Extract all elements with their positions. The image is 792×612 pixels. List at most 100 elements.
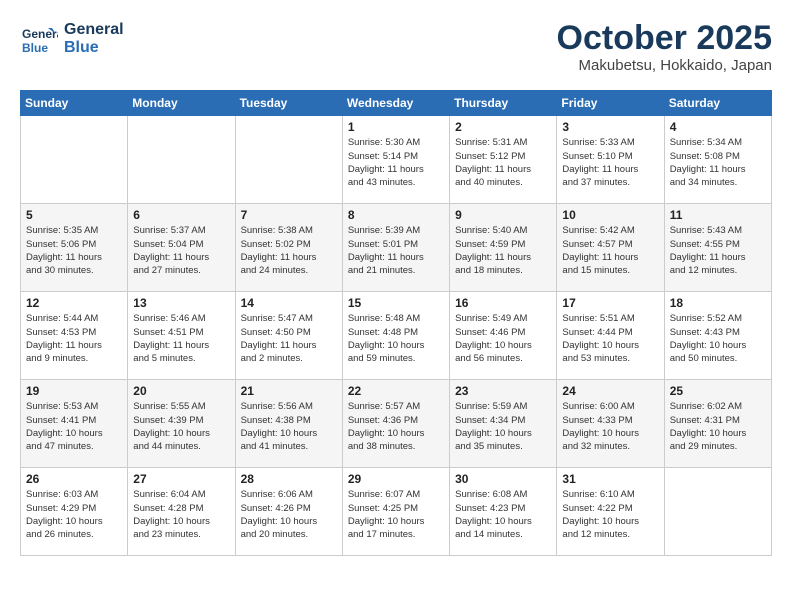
day-info: Sunrise: 5:40 AM Sunset: 4:59 PM Dayligh… xyxy=(455,224,551,277)
calendar-cell: 10Sunrise: 5:42 AM Sunset: 4:57 PM Dayli… xyxy=(557,204,664,292)
day-number: 3 xyxy=(562,120,658,134)
day-info: Sunrise: 5:34 AM Sunset: 5:08 PM Dayligh… xyxy=(670,136,766,189)
day-info: Sunrise: 5:44 AM Sunset: 4:53 PM Dayligh… xyxy=(26,312,122,365)
day-number: 6 xyxy=(133,208,229,222)
day-number: 2 xyxy=(455,120,551,134)
day-number: 7 xyxy=(241,208,337,222)
week-row-4: 19 Sunrise: 5:53 AM Sunset: 4:41 PM Dayli… xyxy=(21,380,772,468)
week-row-1: 1 Sunrise: 5:30 AM Sunset: 5:14 PM Daylig… xyxy=(21,116,772,204)
day-number: 19 xyxy=(26,384,122,398)
calendar-cell: 28Sunrise: 6:06 AM Sunset: 4:26 PM Dayli… xyxy=(235,468,342,556)
weekday-header-tuesday: Tuesday xyxy=(235,91,342,116)
logo-text-blue: Blue xyxy=(64,39,124,57)
calendar-cell: 5 Sunrise: 5:35 AM Sunset: 5:06 PM Daylig… xyxy=(21,204,128,292)
day-info: Sunrise: 6:07 AM Sunset: 4:25 PM Dayligh… xyxy=(348,488,444,541)
week-row-3: 12 Sunrise: 5:44 AM Sunset: 4:53 PM Dayli… xyxy=(21,292,772,380)
day-number: 21 xyxy=(241,384,337,398)
day-number: 26 xyxy=(26,472,122,486)
day-info: Sunrise: 5:55 AM Sunset: 4:39 PM Dayligh… xyxy=(133,400,229,453)
calendar-cell: 8 Sunrise: 5:39 AM Sunset: 5:01 PM Daylig… xyxy=(342,204,449,292)
calendar-cell: 6 Sunrise: 5:37 AM Sunset: 5:04 PM Daylig… xyxy=(128,204,235,292)
day-info: Sunrise: 5:37 AM Sunset: 5:04 PM Dayligh… xyxy=(133,224,229,277)
calendar-cell: 19 Sunrise: 5:53 AM Sunset: 4:41 PM Dayli… xyxy=(21,380,128,468)
day-info: Sunrise: 5:53 AM Sunset: 4:41 PM Dayligh… xyxy=(26,400,122,453)
day-info: Sunrise: 5:46 AM Sunset: 4:51 PM Dayligh… xyxy=(133,312,229,365)
day-info: Sunrise: 5:47 AM Sunset: 4:50 PM Dayligh… xyxy=(241,312,337,365)
calendar-cell: 4 Sunrise: 5:34 AM Sunset: 5:08 PM Daylig… xyxy=(664,116,771,204)
day-number: 29 xyxy=(348,472,444,486)
calendar-cell xyxy=(21,116,128,204)
day-number: 9 xyxy=(455,208,551,222)
day-info: Sunrise: 5:39 AM Sunset: 5:01 PM Dayligh… xyxy=(348,224,444,277)
logo-icon: General Blue xyxy=(20,20,58,58)
weekday-header-friday: Friday xyxy=(557,91,664,116)
day-info: Sunrise: 5:42 AM Sunset: 4:57 PM Dayligh… xyxy=(562,224,658,277)
day-info: Sunrise: 6:04 AM Sunset: 4:28 PM Dayligh… xyxy=(133,488,229,541)
day-number: 31 xyxy=(562,472,658,486)
day-info: Sunrise: 6:02 AM Sunset: 4:31 PM Dayligh… xyxy=(670,400,766,453)
day-number: 14 xyxy=(241,296,337,310)
calendar-cell: 30Sunrise: 6:08 AM Sunset: 4:23 PM Dayli… xyxy=(450,468,557,556)
calendar-cell: 9 Sunrise: 5:40 AM Sunset: 4:59 PM Daylig… xyxy=(450,204,557,292)
day-info: Sunrise: 6:10 AM Sunset: 4:22 PM Dayligh… xyxy=(562,488,658,541)
svg-text:Blue: Blue xyxy=(22,41,48,55)
day-number: 15 xyxy=(348,296,444,310)
calendar-cell xyxy=(128,116,235,204)
day-info: Sunrise: 5:56 AM Sunset: 4:38 PM Dayligh… xyxy=(241,400,337,453)
day-number: 5 xyxy=(26,208,122,222)
title-block: October 2025 Makubetsu, Hokkaido, Japan xyxy=(557,20,772,74)
calendar-cell: 3 Sunrise: 5:33 AM Sunset: 5:10 PM Daylig… xyxy=(557,116,664,204)
day-number: 17 xyxy=(562,296,658,310)
calendar-cell: 1 Sunrise: 5:30 AM Sunset: 5:14 PM Daylig… xyxy=(342,116,449,204)
day-info: Sunrise: 5:38 AM Sunset: 5:02 PM Dayligh… xyxy=(241,224,337,277)
day-info: Sunrise: 5:30 AM Sunset: 5:14 PM Dayligh… xyxy=(348,136,444,189)
day-number: 8 xyxy=(348,208,444,222)
day-info: Sunrise: 6:08 AM Sunset: 4:23 PM Dayligh… xyxy=(455,488,551,541)
month-title: October 2025 xyxy=(557,20,772,57)
day-info: Sunrise: 5:33 AM Sunset: 5:10 PM Dayligh… xyxy=(562,136,658,189)
calendar-cell: 21 Sunrise: 5:56 AM Sunset: 4:38 PM Dayli… xyxy=(235,380,342,468)
calendar-cell: 20 Sunrise: 5:55 AM Sunset: 4:39 PM Dayli… xyxy=(128,380,235,468)
day-number: 12 xyxy=(26,296,122,310)
day-info: Sunrise: 6:00 AM Sunset: 4:33 PM Dayligh… xyxy=(562,400,658,453)
day-number: 24 xyxy=(562,384,658,398)
weekday-header-monday: Monday xyxy=(128,91,235,116)
day-info: Sunrise: 5:48 AM Sunset: 4:48 PM Dayligh… xyxy=(348,312,444,365)
calendar-cell: 13 Sunrise: 5:46 AM Sunset: 4:51 PM Dayli… xyxy=(128,292,235,380)
calendar-cell: 17Sunrise: 5:51 AM Sunset: 4:44 PM Dayli… xyxy=(557,292,664,380)
day-number: 1 xyxy=(348,120,444,134)
calendar-cell: 12 Sunrise: 5:44 AM Sunset: 4:53 PM Dayli… xyxy=(21,292,128,380)
day-number: 18 xyxy=(670,296,766,310)
day-number: 20 xyxy=(133,384,229,398)
day-info: Sunrise: 5:43 AM Sunset: 4:55 PM Dayligh… xyxy=(670,224,766,277)
calendar-cell: 14 Sunrise: 5:47 AM Sunset: 4:50 PM Dayli… xyxy=(235,292,342,380)
calendar-cell: 22Sunrise: 5:57 AM Sunset: 4:36 PM Dayli… xyxy=(342,380,449,468)
calendar-cell: 31 Sunrise: 6:10 AM Sunset: 4:22 PM Dayli… xyxy=(557,468,664,556)
calendar-cell: 7 Sunrise: 5:38 AM Sunset: 5:02 PM Daylig… xyxy=(235,204,342,292)
calendar-cell xyxy=(664,468,771,556)
calendar-table: SundayMondayTuesdayWednesdayThursdayFrid… xyxy=(20,90,772,556)
calendar-cell: 18Sunrise: 5:52 AM Sunset: 4:43 PM Dayli… xyxy=(664,292,771,380)
calendar-cell: 26 Sunrise: 6:03 AM Sunset: 4:29 PM Dayli… xyxy=(21,468,128,556)
day-number: 4 xyxy=(670,120,766,134)
day-info: Sunrise: 5:35 AM Sunset: 5:06 PM Dayligh… xyxy=(26,224,122,277)
calendar-cell: 23Sunrise: 5:59 AM Sunset: 4:34 PM Dayli… xyxy=(450,380,557,468)
logo: General Blue General Blue xyxy=(20,20,124,58)
calendar-cell: 15 Sunrise: 5:48 AM Sunset: 4:48 PM Dayli… xyxy=(342,292,449,380)
day-info: Sunrise: 5:57 AM Sunset: 4:36 PM Dayligh… xyxy=(348,400,444,453)
calendar-cell: 29 Sunrise: 6:07 AM Sunset: 4:25 PM Dayli… xyxy=(342,468,449,556)
page-header: General Blue General Blue October 2025 M… xyxy=(20,20,772,74)
weekday-header-sunday: Sunday xyxy=(21,91,128,116)
day-info: Sunrise: 5:31 AM Sunset: 5:12 PM Dayligh… xyxy=(455,136,551,189)
weekday-header-thursday: Thursday xyxy=(450,91,557,116)
week-row-5: 26 Sunrise: 6:03 AM Sunset: 4:29 PM Dayli… xyxy=(21,468,772,556)
calendar-cell: 11 Sunrise: 5:43 AM Sunset: 4:55 PM Dayli… xyxy=(664,204,771,292)
day-info: Sunrise: 6:03 AM Sunset: 4:29 PM Dayligh… xyxy=(26,488,122,541)
day-number: 13 xyxy=(133,296,229,310)
calendar-cell: 25 Sunrise: 6:02 AM Sunset: 4:31 PM Dayli… xyxy=(664,380,771,468)
day-number: 11 xyxy=(670,208,766,222)
week-row-2: 5 Sunrise: 5:35 AM Sunset: 5:06 PM Daylig… xyxy=(21,204,772,292)
weekday-header-row: SundayMondayTuesdayWednesdayThursdayFrid… xyxy=(21,91,772,116)
day-number: 25 xyxy=(670,384,766,398)
calendar-cell: 2 Sunrise: 5:31 AM Sunset: 5:12 PM Daylig… xyxy=(450,116,557,204)
